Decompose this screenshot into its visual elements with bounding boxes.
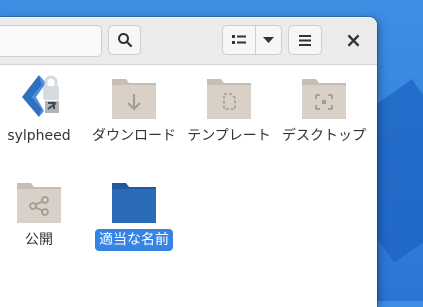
file-name: テンプレート	[187, 128, 271, 144]
file-name: 公開	[25, 232, 53, 248]
list-view-icon	[232, 35, 246, 44]
main-menu-button[interactable]	[288, 25, 322, 55]
file-manager-window: × sylpheed ダウンロード テンプレート デスクトップ 公開 適当な名前	[0, 17, 377, 307]
location-bar[interactable]	[0, 25, 102, 57]
search-icon	[117, 33, 132, 48]
close-button[interactable]: ×	[337, 25, 370, 55]
view-toggle-button[interactable]	[222, 25, 256, 55]
file-name: ダウンロード	[92, 128, 176, 144]
public-share-folder-icon	[17, 183, 61, 223]
file-name: デスクトップ	[282, 128, 366, 144]
file-item-templates[interactable]: テンプレート	[184, 71, 274, 147]
file-name: sylpheed	[7, 128, 71, 144]
file-item-downloads[interactable]: ダウンロード	[89, 71, 179, 147]
folder-icon	[112, 183, 156, 223]
desktop-folder-icon	[302, 79, 346, 119]
view-options-dropdown[interactable]	[255, 25, 282, 55]
sylpheed-app-icon	[22, 75, 59, 117]
templates-folder-icon	[207, 79, 251, 119]
download-folder-icon	[112, 79, 156, 119]
header-bar: ×	[0, 17, 377, 65]
file-item-sylpheed[interactable]: sylpheed	[0, 71, 84, 147]
file-item-selected-folder[interactable]: 適当な名前	[89, 175, 179, 251]
close-icon: ×	[345, 28, 362, 52]
file-grid: sylpheed ダウンロード テンプレート デスクトップ 公開 適当な名前	[0, 65, 377, 307]
chevron-down-icon	[263, 36, 274, 43]
search-button[interactable]	[108, 25, 141, 55]
file-item-desktop[interactable]: デスクトップ	[279, 71, 369, 147]
hamburger-menu-icon	[299, 34, 311, 46]
file-name-selected: 適当な名前	[95, 229, 173, 251]
file-item-public[interactable]: 公開	[0, 175, 84, 251]
